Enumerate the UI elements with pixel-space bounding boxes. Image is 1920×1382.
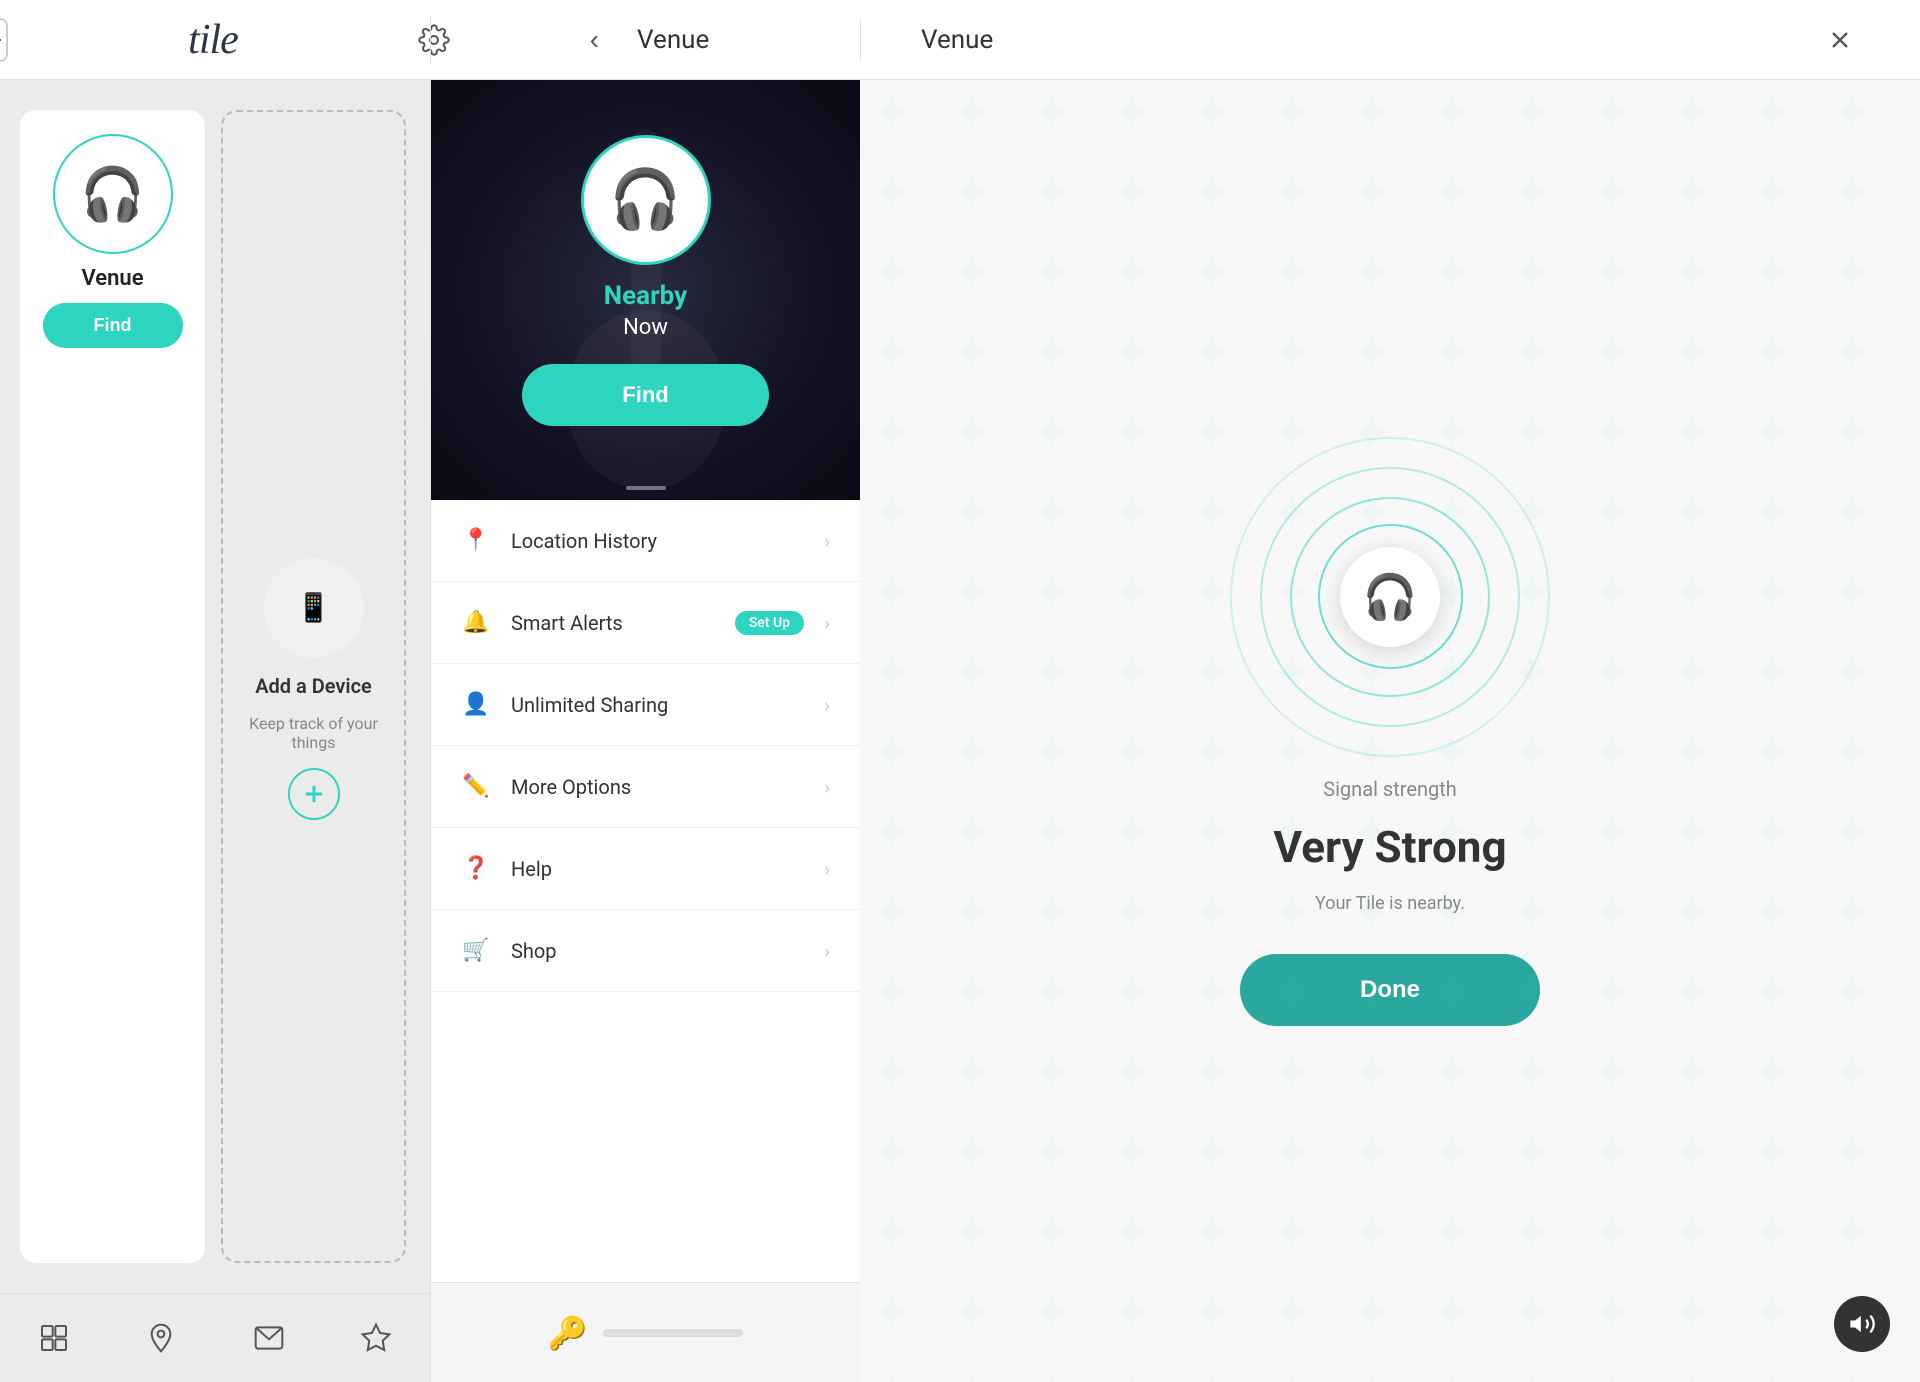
menu-item-shop[interactable]: 🛒 Shop › [431, 910, 860, 992]
device-circle: 🎧 [53, 134, 173, 254]
chevron-icon: › [824, 857, 830, 881]
top-bar: tile ‹ Venue Venue [0, 0, 1920, 80]
venue-hero: 🎧 Nearby Now Find [431, 80, 860, 500]
left-panel: 🎧 Venue Find 📱 Add a Device Keep track o… [0, 80, 430, 1382]
hero-device-circle: 🎧 [581, 135, 711, 265]
chevron-icon: › [824, 611, 830, 635]
add-device-placeholder: 📱 [264, 558, 364, 658]
menu-item-help[interactable]: ❓ Help › [431, 828, 860, 910]
menu-label-help: Help [511, 857, 804, 881]
now-label: Now [623, 315, 668, 340]
chevron-icon: › [824, 693, 830, 717]
menu-label-options: More Options [511, 775, 804, 799]
menu-list: 📍 Location History › 🔔 Smart Alerts Set … [431, 500, 860, 1282]
main-content: 🎧 Venue Find 📱 Add a Device Keep track o… [0, 80, 1920, 1382]
add-device-title: Add a Device [255, 674, 372, 698]
center-title: Venue [637, 25, 709, 55]
key-icon: 🔑 [548, 1314, 588, 1352]
add-device-subtitle: Keep track of your things [239, 714, 388, 752]
close-button[interactable] [1820, 20, 1860, 60]
back-button[interactable]: ‹ [582, 16, 607, 64]
menu-label-shop: Shop [511, 939, 804, 963]
signal-headphones-icon: 🎧 [1363, 571, 1418, 623]
menu-item-alerts[interactable]: 🔔 Smart Alerts Set Up › [431, 582, 860, 664]
menu-item-options[interactable]: ✏️ More Options › [431, 746, 860, 828]
signal-device: 🎧 [1340, 547, 1440, 647]
tiles-area: 🎧 Venue Find 📱 Add a Device Keep track o… [0, 80, 430, 1293]
add-device-card[interactable]: 📱 Add a Device Keep track of your things [221, 110, 406, 1263]
bottom-nav [0, 1293, 430, 1382]
hero-find-button[interactable]: Find [522, 364, 768, 426]
hero-content: 🎧 Nearby Now Find [522, 135, 768, 446]
device-name: Venue [81, 266, 143, 291]
right-panel: ✦ 🎧 Signal strength Very Strong Your Til… [860, 80, 1920, 1382]
nav-tiles-button[interactable] [30, 1314, 78, 1362]
setup-badge[interactable]: Set Up [735, 611, 804, 635]
headphones-icon: 🎧 [80, 164, 145, 225]
hero-headphones-icon: 🎧 [609, 166, 681, 234]
nav-map-button[interactable] [137, 1314, 185, 1362]
help-icon: ❓ [461, 856, 491, 881]
add-button[interactable] [0, 18, 8, 62]
top-bar-right: Venue [860, 20, 1920, 60]
chevron-icon: › [824, 775, 830, 799]
nearby-label: Nearby [604, 281, 687, 311]
scroll-indicator [626, 486, 666, 490]
nav-notifications-button[interactable] [245, 1314, 293, 1362]
add-circle-button[interactable] [288, 768, 340, 820]
person-icon: 👤 [461, 692, 491, 717]
top-bar-center: ‹ Venue [430, 16, 860, 64]
pencil-icon: ✏️ [461, 774, 491, 799]
menu-item-location[interactable]: 📍 Location History › [431, 500, 860, 582]
shop-icon: 🛒 [461, 938, 491, 963]
menu-label-location: Location History [511, 529, 804, 553]
signal-rings: 🎧 [1230, 437, 1550, 757]
menu-item-sharing[interactable]: 👤 Unlimited Sharing › [431, 664, 860, 746]
chevron-icon: › [824, 529, 830, 553]
top-bar-left: tile [0, 16, 430, 64]
location-icon: 📍 [461, 528, 491, 553]
bell-icon: 🔔 [461, 610, 491, 635]
chevron-icon: › [824, 939, 830, 963]
find-button[interactable]: Find [43, 303, 183, 348]
middle-panel: 🎧 Nearby Now Find 📍 Location History › 🔔… [430, 80, 860, 1382]
venue-tile-card: 🎧 Venue Find [20, 110, 205, 1263]
bottom-preview: 🔑 [431, 1282, 860, 1382]
sound-button[interactable] [1834, 1296, 1890, 1352]
nav-premium-button[interactable] [352, 1314, 400, 1362]
preview-bar [603, 1329, 743, 1337]
menu-label-alerts: Smart Alerts [511, 611, 715, 635]
app-logo: tile [188, 16, 238, 64]
menu-label-sharing: Unlimited Sharing [511, 693, 804, 717]
right-title: Venue [921, 25, 993, 55]
